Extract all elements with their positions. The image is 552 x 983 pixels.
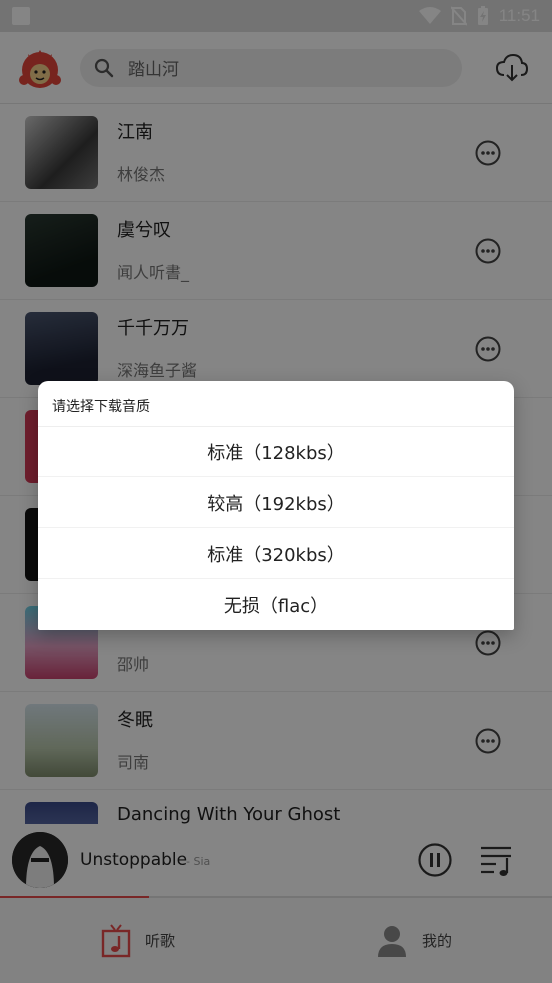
quality-option-128[interactable]: 标准（128kbs） bbox=[38, 427, 514, 477]
dialog-title: 请选择下载音质 bbox=[52, 399, 150, 415]
quality-option-320[interactable]: 标准（320kbs） bbox=[38, 529, 514, 579]
quality-option-label: 无损（flac） bbox=[223, 596, 329, 617]
quality-option-192[interactable]: 较高（192kbs） bbox=[38, 478, 514, 528]
download-quality-dialog: 请选择下载音质 标准（128kbs） 较高（192kbs） 标准（320kbs）… bbox=[38, 381, 514, 630]
quality-option-label: 标准（128kbs） bbox=[207, 443, 345, 464]
option-divider bbox=[38, 578, 514, 579]
option-divider bbox=[38, 527, 514, 528]
option-divider bbox=[38, 476, 514, 477]
quality-option-flac[interactable]: 无损（flac） bbox=[38, 580, 514, 630]
quality-option-label: 标准（320kbs） bbox=[207, 545, 345, 566]
quality-option-label: 较高（192kbs） bbox=[207, 494, 345, 515]
